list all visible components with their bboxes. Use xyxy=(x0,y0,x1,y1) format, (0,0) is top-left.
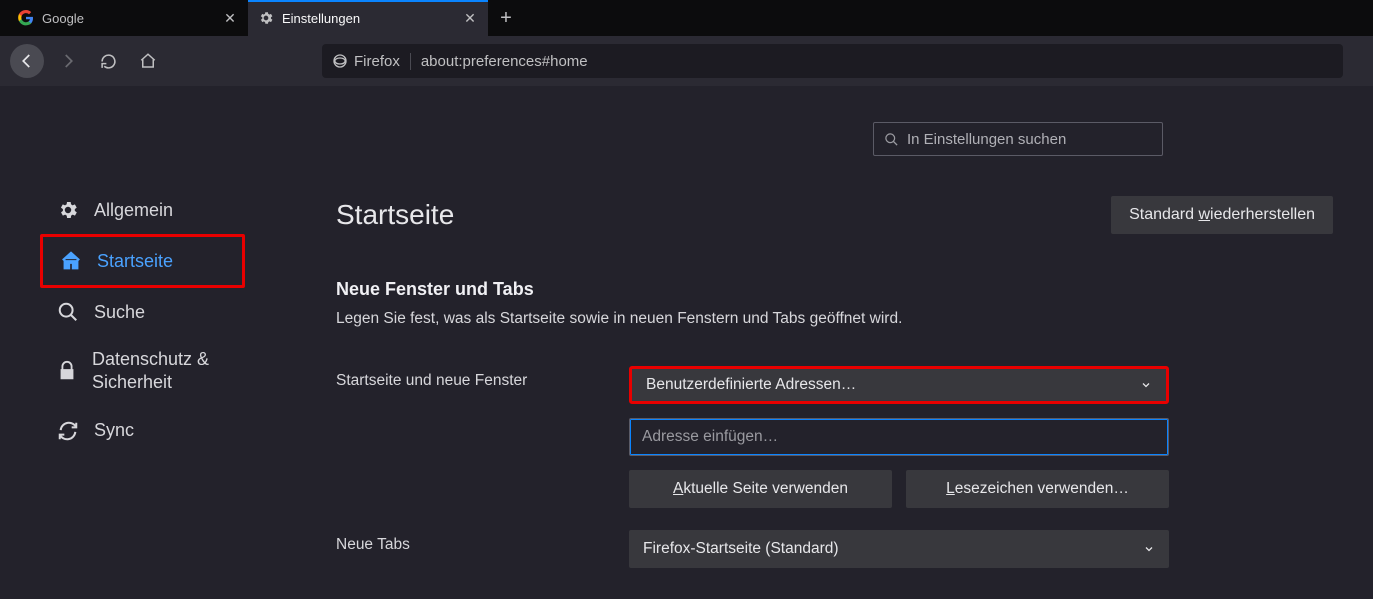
preferences-content: In Einstellungen suchen Allgemein Starts… xyxy=(0,86,1373,599)
close-icon[interactable]: ✕ xyxy=(462,10,478,26)
sidebar-item-search[interactable]: Suche xyxy=(40,288,245,336)
homepage-button-row: Aktuelle Seite verwenden Lesezeichen ver… xyxy=(629,470,1169,508)
identity-label: Firefox xyxy=(354,53,400,70)
page-header: Startseite Standard wiederherstellen xyxy=(336,196,1333,234)
home-icon xyxy=(59,249,83,273)
sidebar-item-privacy[interactable]: Datenschutz & Sicherheit xyxy=(40,336,245,407)
tab-title: Einstellungen xyxy=(282,11,462,26)
identity-box[interactable]: Firefox xyxy=(332,53,411,70)
sync-icon xyxy=(56,419,80,443)
homepage-mode-select[interactable]: Benutzerdefinierte Adressen… xyxy=(629,366,1169,404)
google-favicon xyxy=(18,10,34,26)
firefox-icon xyxy=(332,53,348,69)
input-placeholder: Adresse einfügen… xyxy=(642,428,778,446)
back-button[interactable] xyxy=(10,44,44,78)
url-bar[interactable]: Firefox about:preferences#home xyxy=(322,44,1343,78)
sidebar-item-home[interactable]: Startseite xyxy=(40,234,245,288)
url-text: about:preferences#home xyxy=(421,53,588,70)
use-current-page-button[interactable]: Aktuelle Seite verwenden xyxy=(629,470,892,508)
select-value: Benutzerdefinierte Adressen… xyxy=(646,376,856,394)
sidebar-item-general[interactable]: Allgemein xyxy=(40,186,245,234)
section-description: Legen Sie fest, was als Startseite sowie… xyxy=(336,310,1333,328)
use-bookmark-button[interactable]: Lesezeichen verwenden… xyxy=(906,470,1169,508)
restore-defaults-button[interactable]: Standard wiederherstellen xyxy=(1111,196,1333,234)
tab-settings[interactable]: Einstellungen ✕ xyxy=(248,0,488,36)
select-value: Firefox-Startseite (Standard) xyxy=(643,540,839,558)
row-label-homepage: Startseite und neue Fenster xyxy=(336,366,629,390)
gear-icon xyxy=(56,198,80,222)
row-label-newtabs: Neue Tabs xyxy=(336,530,629,554)
tab-title: Google xyxy=(42,11,222,26)
sidebar-item-label: Datenschutz & Sicherheit xyxy=(92,348,229,395)
homepage-url-input[interactable]: Adresse einfügen… xyxy=(629,418,1169,456)
sidebar-item-label: Suche xyxy=(94,302,145,323)
sidebar-item-label: Sync xyxy=(94,420,134,441)
category-sidebar: Allgemein Startseite Suche Datenschutz &… xyxy=(0,86,300,599)
sidebar-item-label: Allgemein xyxy=(94,200,173,221)
search-icon xyxy=(56,300,80,324)
sidebar-item-label: Startseite xyxy=(97,251,173,272)
row-newtabs: Neue Tabs Firefox-Startseite (Standard) xyxy=(336,530,1333,568)
nav-toolbar: Firefox about:preferences#home xyxy=(0,36,1373,86)
chevron-down-icon xyxy=(1143,543,1155,555)
close-icon[interactable]: ✕ xyxy=(222,10,238,26)
newtab-mode-select[interactable]: Firefox-Startseite (Standard) xyxy=(629,530,1169,568)
tab-google[interactable]: Google ✕ xyxy=(8,0,248,36)
new-tab-button[interactable]: + xyxy=(488,0,524,36)
page-title: Startseite xyxy=(336,199,454,231)
lock-icon xyxy=(56,359,78,383)
tab-strip: Google ✕ Einstellungen ✕ + xyxy=(0,0,1373,36)
main-panel: Startseite Standard wiederherstellen Neu… xyxy=(300,86,1373,599)
chevron-down-icon xyxy=(1140,379,1152,391)
row-homepage: Startseite und neue Fenster Benutzerdefi… xyxy=(336,366,1333,508)
home-button[interactable] xyxy=(132,45,164,77)
sidebar-item-sync[interactable]: Sync xyxy=(40,407,245,455)
section-title: Neue Fenster und Tabs xyxy=(336,279,1333,300)
gear-icon xyxy=(258,10,274,26)
reload-button[interactable] xyxy=(92,45,124,77)
forward-button[interactable] xyxy=(52,45,84,77)
